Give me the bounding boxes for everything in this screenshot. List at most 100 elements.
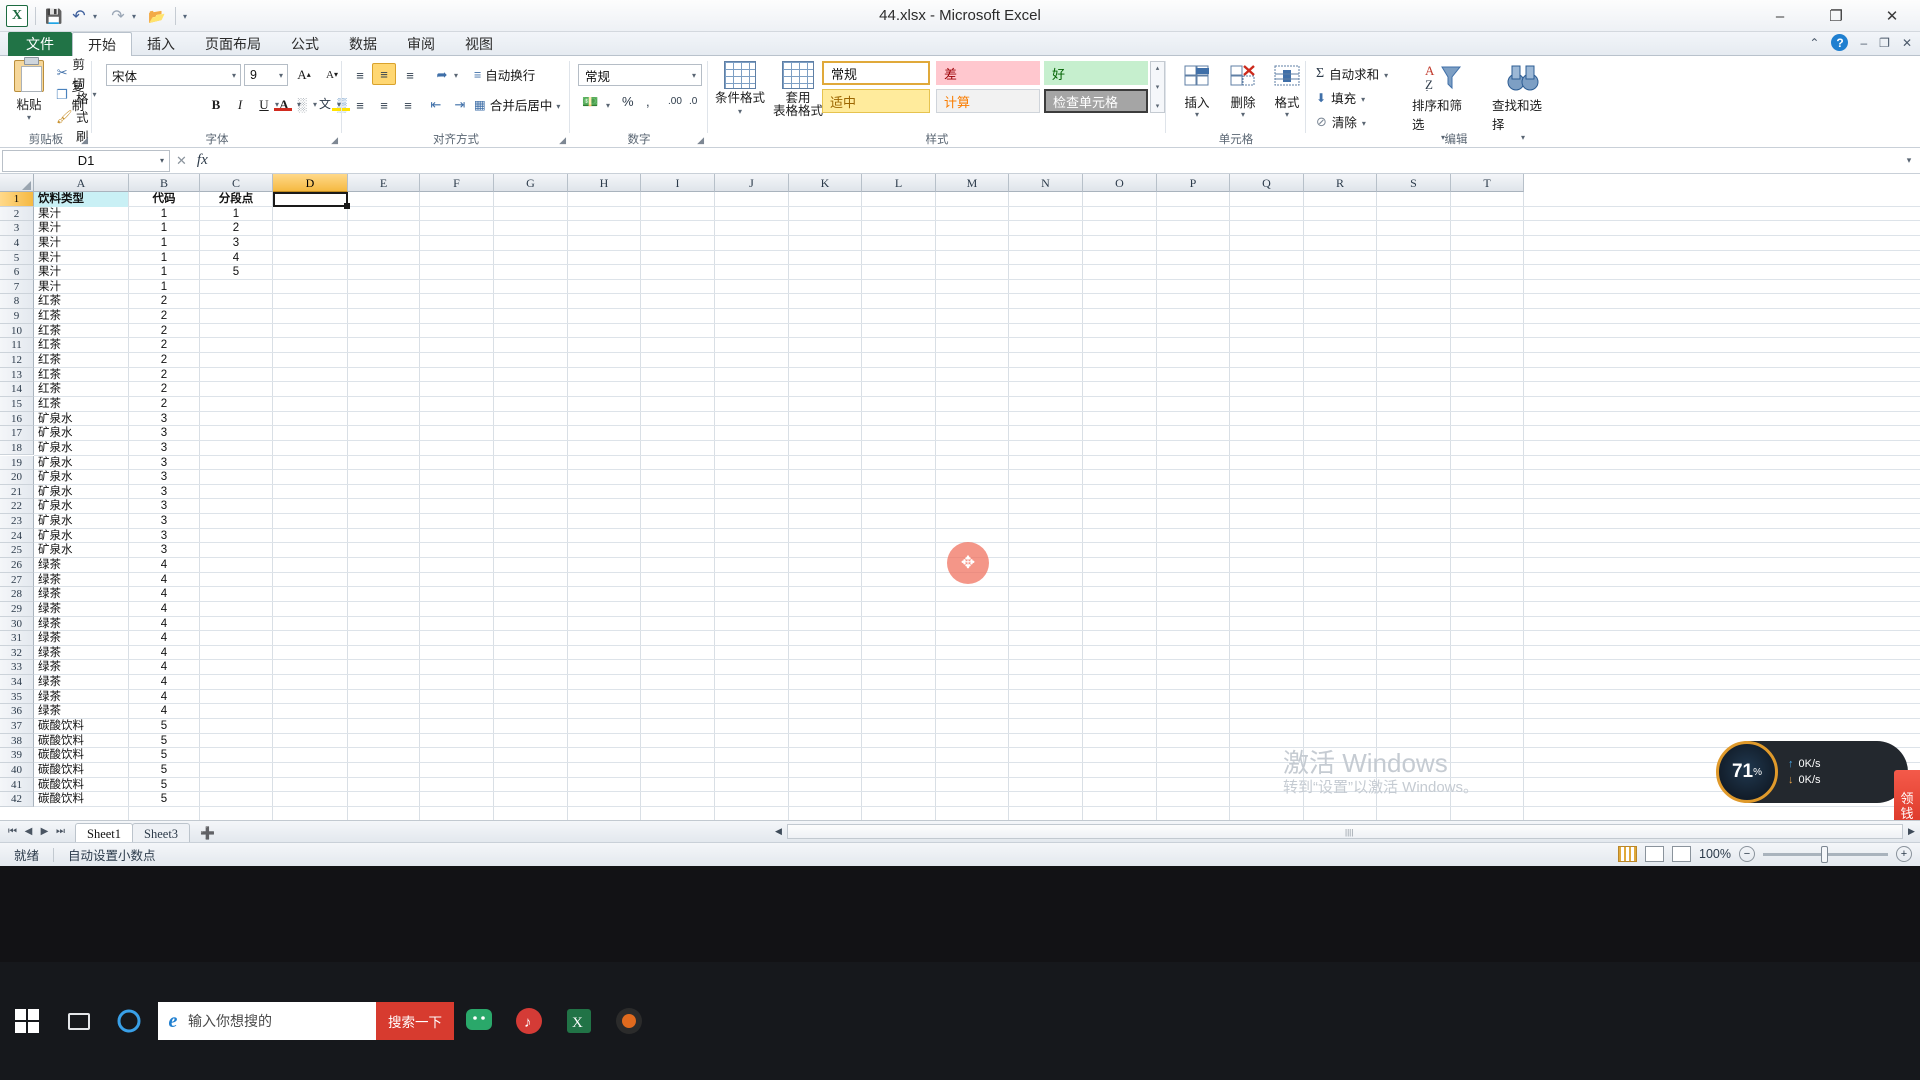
cell-A30[interactable]: 绿茶 — [34, 617, 128, 632]
expand-formula-bar-icon[interactable]: ▾ — [1898, 155, 1920, 166]
row-header-24[interactable]: 24 — [0, 528, 34, 544]
tab-review[interactable]: 审阅 — [392, 32, 450, 56]
format-as-table-button[interactable]: 套用 表格格式 — [772, 61, 824, 118]
row-header-12[interactable]: 12 — [0, 353, 34, 368]
row-header-35[interactable]: 35 — [0, 689, 34, 705]
sheet-tab-sheet3[interactable]: Sheet3 — [132, 822, 191, 843]
cell-A9[interactable]: 红茶 — [34, 309, 128, 324]
cell-C6[interactable]: 5 — [200, 265, 272, 280]
increase-indent-button[interactable]: ⇥ — [448, 94, 472, 116]
styles-gallery-scrollbar[interactable]: ▴ ▾ ▾ — [1150, 61, 1165, 113]
row-header-34[interactable]: 34 — [0, 675, 34, 690]
taskbar-app-wechat[interactable] — [454, 962, 504, 1080]
cell-B37[interactable]: 5 — [129, 719, 199, 734]
formula-input[interactable] — [216, 150, 1898, 172]
cell-B27[interactable]: 4 — [129, 573, 199, 588]
cell-C2[interactable]: 1 — [200, 207, 272, 222]
increase-decimal-button[interactable]: .00 — [668, 96, 682, 107]
row-header-3[interactable]: 3 — [0, 221, 34, 236]
cell-style-normal[interactable]: 常规 — [822, 61, 930, 85]
cell-B2[interactable]: 1 — [129, 207, 199, 222]
column-header-S[interactable]: S — [1377, 174, 1451, 192]
row-header-31[interactable]: 31 — [0, 631, 34, 646]
cell-A42[interactable]: 碳酸饮料 — [34, 792, 128, 807]
row-header-33[interactable]: 33 — [0, 660, 34, 676]
cell-B26[interactable]: 4 — [129, 558, 199, 573]
cell-B3[interactable]: 1 — [129, 221, 199, 236]
orientation-button[interactable]: ➦ — [430, 64, 454, 86]
gallery-scroll-down-icon[interactable]: ▾ — [1156, 83, 1160, 91]
cell-B40[interactable]: 5 — [129, 763, 199, 778]
name-box-caret-icon[interactable]: ▾ — [160, 156, 164, 165]
cell-A38[interactable]: 碳酸饮料 — [34, 734, 128, 749]
cell-B8[interactable]: 2 — [129, 294, 199, 309]
cell-A21[interactable]: 矿泉水 — [34, 485, 128, 500]
cell-B30[interactable]: 4 — [129, 617, 199, 632]
accounting-format-button[interactable]: 💵 — [582, 94, 598, 110]
align-center-button[interactable]: ≡ — [372, 94, 396, 116]
column-header-R[interactable]: R — [1304, 174, 1377, 192]
cf-caret-icon[interactable]: ▾ — [738, 105, 742, 118]
align-left-button[interactable]: ≡ — [348, 94, 372, 116]
decrease-decimal-button[interactable]: .0 — [689, 96, 697, 107]
row-header-6[interactable]: 6 — [0, 265, 34, 280]
cell-A36[interactable]: 绿茶 — [34, 704, 128, 719]
wrap-text-button[interactable]: ≡ 自动换行 — [474, 65, 535, 84]
cell-A32[interactable]: 绿茶 — [34, 646, 128, 661]
cell-style-bad[interactable]: 差 — [936, 61, 1040, 85]
column-header-I[interactable]: I — [641, 174, 715, 192]
row-header-21[interactable]: 21 — [0, 484, 34, 500]
align-top-button[interactable]: ≡ — [348, 64, 372, 86]
row-header-15[interactable]: 15 — [0, 396, 34, 412]
cell-C1[interactable]: 分段点 — [200, 192, 272, 207]
gallery-more-icon[interactable]: ▾ — [1156, 102, 1160, 110]
zoom-slider[interactable] — [1763, 845, 1888, 863]
row-header-4[interactable]: 4 — [0, 235, 34, 251]
cell-A10[interactable]: 红茶 — [34, 324, 128, 339]
gallery-scroll-up-icon[interactable]: ▴ — [1156, 64, 1160, 72]
cell-A14[interactable]: 红茶 — [34, 382, 128, 397]
format-painter-button[interactable]: 🖌 格式刷 — [56, 92, 92, 144]
row-header-28[interactable]: 28 — [0, 587, 34, 602]
phonetic-caret-icon[interactable]: ▾ — [337, 100, 341, 109]
fill-button[interactable]: ⬇ 填充 ▾ — [1316, 88, 1365, 107]
row-header-11[interactable]: 11 — [0, 338, 34, 353]
next-sheet-button[interactable]: ▶ — [37, 826, 52, 837]
phonetic-guide-button[interactable]: 文 — [313, 92, 337, 115]
select-all-corner[interactable] — [0, 174, 34, 192]
taskbar-app-music[interactable]: ♪ — [504, 962, 554, 1080]
column-header-K[interactable]: K — [789, 174, 862, 192]
help-icon[interactable]: ? — [1831, 34, 1849, 51]
conditional-formatting-button[interactable]: 条件格式 ▾ — [714, 61, 766, 118]
cell-C5[interactable]: 4 — [200, 251, 272, 266]
prev-sheet-button[interactable]: ◀ — [21, 826, 36, 837]
clear-caret-icon[interactable]: ▾ — [1362, 119, 1366, 128]
tab-page-layout[interactable]: 页面布局 — [190, 32, 276, 56]
normal-view-icon[interactable] — [1618, 846, 1638, 862]
doc-close-icon[interactable]: ✕ — [1902, 36, 1912, 50]
column-header-D[interactable]: D — [273, 174, 348, 192]
column-header-E[interactable]: E — [348, 174, 420, 192]
cell-B35[interactable]: 4 — [129, 690, 199, 705]
cell-A11[interactable]: 红茶 — [34, 338, 128, 353]
row-header-32[interactable]: 32 — [0, 645, 34, 661]
cell-B20[interactable]: 3 — [129, 470, 199, 485]
cell-A6[interactable]: 果汁 — [34, 265, 128, 280]
font-name-input[interactable]: 宋体 ▾ — [106, 64, 241, 86]
row-header-20[interactable]: 20 — [0, 470, 34, 485]
align-middle-button[interactable]: ≡ — [372, 63, 396, 85]
row-header-40[interactable]: 40 — [0, 762, 34, 778]
cancel-edit-icon[interactable]: ✕ — [176, 153, 187, 169]
cell-A41[interactable]: 碳酸饮料 — [34, 778, 128, 793]
zoom-out-button[interactable]: − — [1739, 846, 1755, 862]
cell-A3[interactable]: 果汁 — [34, 221, 128, 236]
row-header-8[interactable]: 8 — [0, 294, 34, 310]
tab-insert[interactable]: 插入 — [132, 32, 190, 56]
cell-B14[interactable]: 2 — [129, 382, 199, 397]
column-header-N[interactable]: N — [1009, 174, 1083, 192]
insert-function-icon[interactable]: fx — [197, 152, 208, 169]
start-button[interactable] — [0, 962, 54, 1080]
fill-caret-icon[interactable]: ▾ — [1361, 95, 1365, 104]
cell-B24[interactable]: 3 — [129, 529, 199, 544]
cell-style-check[interactable]: 检查单元格 — [1044, 89, 1148, 113]
